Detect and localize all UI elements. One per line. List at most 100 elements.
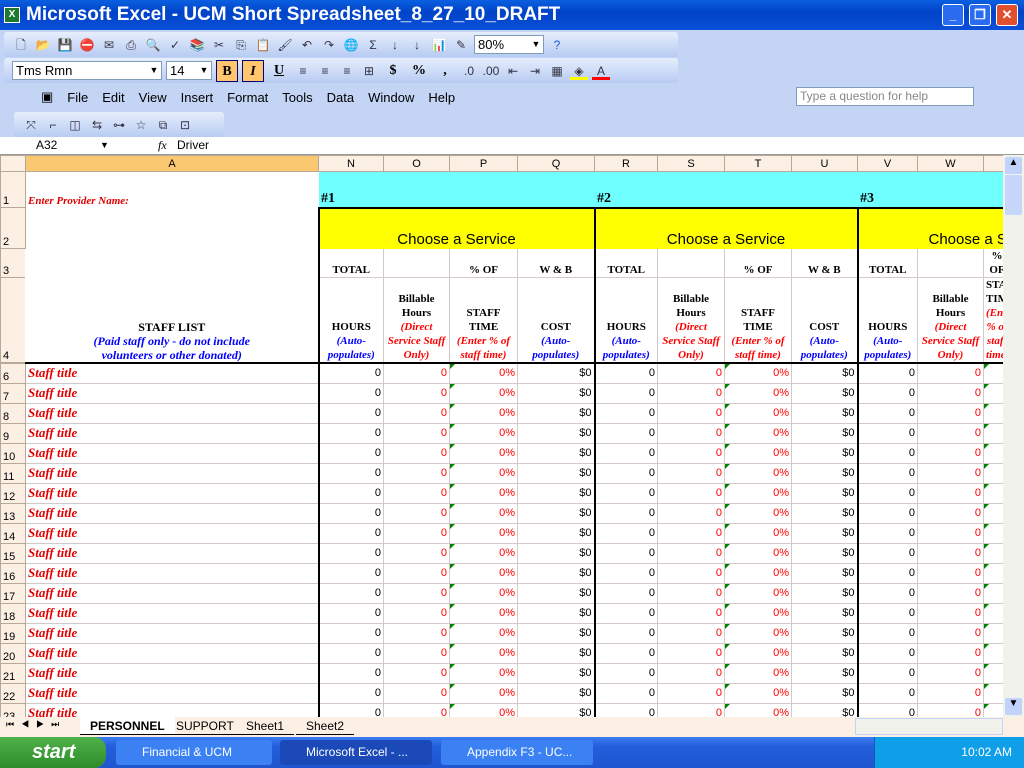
cell[interactable]: 0	[593, 422, 658, 444]
staff-title-cell[interactable]: Staff title	[25, 702, 319, 717]
help-icon[interactable]: ?	[548, 36, 566, 54]
cell[interactable]: 0	[593, 462, 658, 484]
cell[interactable]: $0	[517, 642, 595, 664]
permission-icon[interactable]: ⛔	[78, 36, 96, 54]
row-header[interactable]: 12	[0, 482, 26, 504]
cell[interactable]: $0	[791, 542, 858, 564]
cell[interactable]: 0	[856, 402, 918, 424]
cell[interactable]: 0	[856, 582, 918, 604]
cell[interactable]: $0	[517, 562, 595, 584]
cell[interactable]: 0	[917, 542, 984, 564]
sheet-tab-sheet1[interactable]: Sheet1	[236, 717, 295, 735]
cell[interactable]: 0%	[449, 502, 518, 524]
staff-title-cell[interactable]: Staff title	[25, 382, 319, 404]
cell[interactable]: 0%	[449, 662, 518, 684]
format-painter-icon[interactable]: 🖌	[276, 36, 294, 54]
cell[interactable]: 0	[917, 382, 984, 404]
increase-decimal-icon[interactable]: .0	[460, 62, 478, 80]
cell[interactable]: 0	[317, 482, 384, 504]
cell[interactable]: 0	[383, 542, 450, 564]
cell[interactable]: 0	[917, 362, 984, 384]
cell[interactable]: $0	[517, 682, 595, 704]
shape-icon[interactable]: ◫	[66, 116, 84, 134]
function-icon[interactable]: fx	[158, 137, 167, 154]
cell[interactable]: 0	[917, 682, 984, 704]
cell[interactable]: 0	[856, 382, 918, 404]
cell[interactable]: $0	[791, 422, 858, 444]
menu-window[interactable]: Window	[361, 90, 421, 105]
cell[interactable]: $0	[517, 702, 595, 717]
cell[interactable]	[983, 542, 1003, 564]
column-header[interactable]	[983, 155, 1003, 172]
cell[interactable]	[983, 362, 1003, 384]
row-header[interactable]: 8	[0, 402, 26, 424]
menu-edit[interactable]: Edit	[95, 90, 131, 105]
cell[interactable]: 0%	[724, 462, 792, 484]
cell[interactable]: 0%	[724, 682, 792, 704]
paste-icon[interactable]: 📋	[254, 36, 272, 54]
cell[interactable]: 0%	[724, 422, 792, 444]
select-all-button[interactable]	[0, 155, 26, 172]
cell[interactable]: 0	[657, 402, 725, 424]
chevron-down-icon[interactable]: ▼	[100, 137, 109, 154]
cell[interactable]: 0	[917, 702, 984, 717]
cell[interactable]: 0	[657, 442, 725, 464]
row-header[interactable]: 16	[0, 562, 26, 584]
row-header[interactable]: 15	[0, 542, 26, 564]
cell[interactable]: 0	[593, 702, 658, 717]
cell[interactable]: 0	[593, 622, 658, 644]
group-2-label[interactable]: #2	[594, 171, 858, 209]
vertical-scrollbar[interactable]: ▲ ▼	[1003, 155, 1024, 717]
cell[interactable]: 0	[593, 582, 658, 604]
staff-title-cell[interactable]: Staff title	[25, 602, 319, 624]
cell[interactable]: 0	[383, 562, 450, 584]
column-header[interactable]: U	[791, 155, 858, 172]
name-box[interactable]: A32	[4, 137, 114, 154]
cell[interactable]: 0	[383, 482, 450, 504]
cell[interactable]	[983, 602, 1003, 624]
cell[interactable]: 0	[657, 482, 725, 504]
cell[interactable]	[983, 502, 1003, 524]
cell[interactable]: 0	[856, 362, 918, 384]
new-icon[interactable]: 🗋	[12, 36, 30, 54]
row-header[interactable]: 19	[0, 622, 26, 644]
cell[interactable]: 0	[593, 642, 658, 664]
scroll-thumb[interactable]	[1005, 175, 1022, 215]
column-header[interactable]: S	[657, 155, 725, 172]
cell[interactable]: 0	[383, 642, 450, 664]
cell[interactable]: 0%	[449, 642, 518, 664]
cell[interactable]: 0	[657, 662, 725, 684]
cell[interactable]: 0	[317, 502, 384, 524]
cell[interactable]: $0	[517, 402, 595, 424]
cell[interactable]: 0	[917, 642, 984, 664]
cell[interactable]: $0	[791, 602, 858, 624]
row-header[interactable]: 21	[0, 662, 26, 684]
cell[interactable]: 0%	[449, 442, 518, 464]
menu-insert[interactable]: Insert	[174, 90, 221, 105]
help-search-input[interactable]: Type a question for help	[796, 87, 974, 106]
cell[interactable]: 0	[593, 562, 658, 584]
staff-title-cell[interactable]: Staff title	[25, 362, 319, 384]
cell[interactable]: 0%	[449, 422, 518, 444]
row-header[interactable]: 20	[0, 642, 26, 664]
cell[interactable]: $0	[517, 462, 595, 484]
cell[interactable]: 0	[657, 602, 725, 624]
undo-icon[interactable]: ↶	[298, 36, 316, 54]
row-header[interactable]: 11	[0, 462, 26, 484]
cell[interactable]: $0	[791, 522, 858, 544]
scroll-up-icon[interactable]: ▲	[1005, 157, 1022, 174]
cell[interactable]: 0	[657, 642, 725, 664]
cell[interactable]: 0%	[449, 382, 518, 404]
row-header[interactable]: 1	[0, 171, 26, 208]
cell[interactable]: 0	[917, 522, 984, 544]
row-header[interactable]: 2	[0, 207, 26, 249]
cell[interactable]: 0	[856, 562, 918, 584]
cell[interactable]: 0	[917, 562, 984, 584]
row-header[interactable]: 3	[0, 248, 26, 278]
cell[interactable]: 0	[383, 582, 450, 604]
cell[interactable]: 0%	[449, 482, 518, 504]
align-center-icon[interactable]: ≡	[316, 62, 334, 80]
cell[interactable]: $0	[517, 422, 595, 444]
cell[interactable]: 0%	[724, 582, 792, 604]
cell[interactable]: 0	[317, 622, 384, 644]
